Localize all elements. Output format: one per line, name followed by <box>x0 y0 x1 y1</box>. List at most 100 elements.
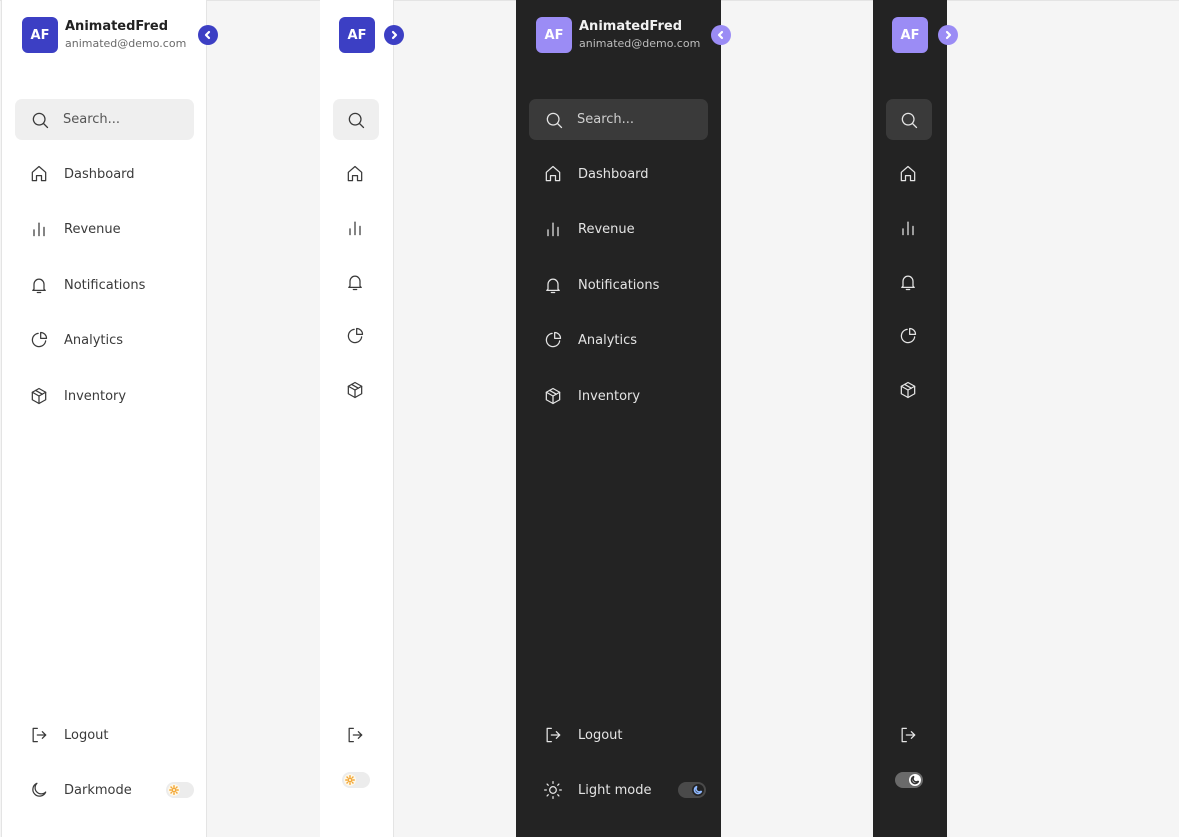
theme-switch[interactable] <box>166 782 194 798</box>
nav-item-label: Inventory <box>578 388 641 404</box>
nav-item-inventory[interactable] <box>344 370 372 410</box>
search-button[interactable] <box>886 99 932 140</box>
bell-icon <box>897 271 919 293</box>
bar-chart-icon <box>344 217 366 239</box>
home-icon <box>897 163 919 185</box>
sun-icon <box>344 774 356 786</box>
nav-item-inventory[interactable] <box>897 370 925 410</box>
nav-item-analytics[interactable]: Analytics <box>542 320 712 360</box>
pie-chart-icon <box>28 329 50 351</box>
nav-item-label: Revenue <box>64 221 121 237</box>
expand-button[interactable] <box>938 25 958 45</box>
search-icon <box>345 109 367 131</box>
nav-item-dashboard[interactable]: Dashboard <box>542 154 712 194</box>
nav-item-label: Analytics <box>578 332 638 348</box>
chevron-left-icon <box>204 30 211 40</box>
box-icon <box>897 379 919 401</box>
nav-item-inventory[interactable]: Inventory <box>28 376 198 416</box>
moon-icon <box>692 784 704 796</box>
nav-item-label: Notifications <box>64 277 146 293</box>
nav-item-inventory[interactable]: Inventory <box>542 376 712 416</box>
lightmode-label: Light mode <box>578 782 652 798</box>
logout-button[interactable]: Logout <box>28 715 198 755</box>
bell-icon <box>542 274 564 296</box>
nav-item-analytics[interactable] <box>897 316 925 356</box>
bar-chart-icon <box>28 218 50 240</box>
user-email: animated@demo.com <box>579 37 701 50</box>
avatar[interactable]: AF <box>536 17 572 53</box>
logout-button[interactable] <box>897 715 925 755</box>
logout-button[interactable]: Logout <box>542 715 712 755</box>
nav-item-label: Dashboard <box>578 166 649 182</box>
theme-switch[interactable] <box>895 772 923 788</box>
bar-chart-icon <box>897 217 919 239</box>
stage: AF AnimatedFred animated@demo.com Dashbo… <box>0 0 1179 837</box>
search-icon <box>898 109 920 131</box>
nav-item-notifications[interactable] <box>897 262 925 302</box>
nav-item-notifications[interactable]: Notifications <box>28 265 198 305</box>
user-email: animated@demo.com <box>65 37 187 50</box>
bar-chart-icon <box>542 218 564 240</box>
nav-item-analytics[interactable]: Analytics <box>28 320 198 360</box>
nav-item-revenue[interactable] <box>897 208 925 248</box>
theme-switch[interactable] <box>678 782 706 798</box>
expand-button[interactable] <box>384 25 404 45</box>
search-icon <box>29 109 51 131</box>
nav-item-dashboard[interactable] <box>897 154 925 194</box>
darkmode-row: Darkmode <box>28 770 148 810</box>
search-input[interactable] <box>577 112 697 127</box>
chevron-left-icon <box>717 30 724 40</box>
search-input[interactable] <box>63 112 183 127</box>
box-icon <box>344 379 366 401</box>
logout-icon <box>897 724 919 746</box>
search-button[interactable] <box>333 99 379 140</box>
user-name: AnimatedFred <box>65 19 169 34</box>
nav-item-label: Inventory <box>64 388 127 404</box>
nav-item-label: Revenue <box>578 221 635 237</box>
moon-icon <box>909 774 921 786</box>
avatar[interactable]: AF <box>892 17 928 53</box>
sidebar-dark-collapsed: AF <box>873 0 958 837</box>
collapse-button[interactable] <box>711 25 731 45</box>
logout-label: Logout <box>578 727 623 743</box>
avatar[interactable]: AF <box>339 17 375 53</box>
chevron-right-icon <box>945 30 952 40</box>
home-icon <box>542 163 564 185</box>
user-name: AnimatedFred <box>579 19 683 34</box>
pie-chart-icon <box>897 325 919 347</box>
search-box[interactable] <box>15 99 194 140</box>
lightmode-row: Light mode <box>542 770 667 810</box>
bell-icon <box>344 271 366 293</box>
nav-item-dashboard[interactable]: Dashboard <box>28 154 198 194</box>
bell-icon <box>28 274 50 296</box>
home-icon <box>28 163 50 185</box>
nav-item-revenue[interactable]: Revenue <box>28 209 198 249</box>
nav-item-notifications[interactable]: Notifications <box>542 265 712 305</box>
home-icon <box>344 163 366 185</box>
logout-label: Logout <box>64 727 109 743</box>
collapse-button[interactable] <box>198 25 218 45</box>
darkmode-label: Darkmode <box>64 782 132 798</box>
pie-chart-icon <box>542 329 564 351</box>
sidebar-dark-expanded: AF AnimatedFred animated@demo.com Dashbo… <box>516 0 731 837</box>
logout-icon <box>542 724 564 746</box>
nav-item-revenue[interactable] <box>344 208 372 248</box>
box-icon <box>542 385 564 407</box>
sun-icon <box>542 779 564 801</box>
search-icon <box>543 109 565 131</box>
logout-icon <box>344 724 366 746</box>
theme-switch[interactable] <box>342 772 370 788</box>
nav-item-dashboard[interactable] <box>344 154 372 194</box>
nav-item-label: Analytics <box>64 332 124 348</box>
logout-button[interactable] <box>344 715 372 755</box>
search-box[interactable] <box>529 99 708 140</box>
chevron-right-icon <box>391 30 398 40</box>
nav-item-label: Dashboard <box>64 166 135 182</box>
nav-item-label: Notifications <box>578 277 660 293</box>
nav-item-revenue[interactable]: Revenue <box>542 209 712 249</box>
nav-item-analytics[interactable] <box>344 316 372 356</box>
avatar[interactable]: AF <box>22 17 58 53</box>
pie-chart-icon <box>344 325 366 347</box>
nav-item-notifications[interactable] <box>344 262 372 302</box>
moon-icon <box>28 779 50 801</box>
